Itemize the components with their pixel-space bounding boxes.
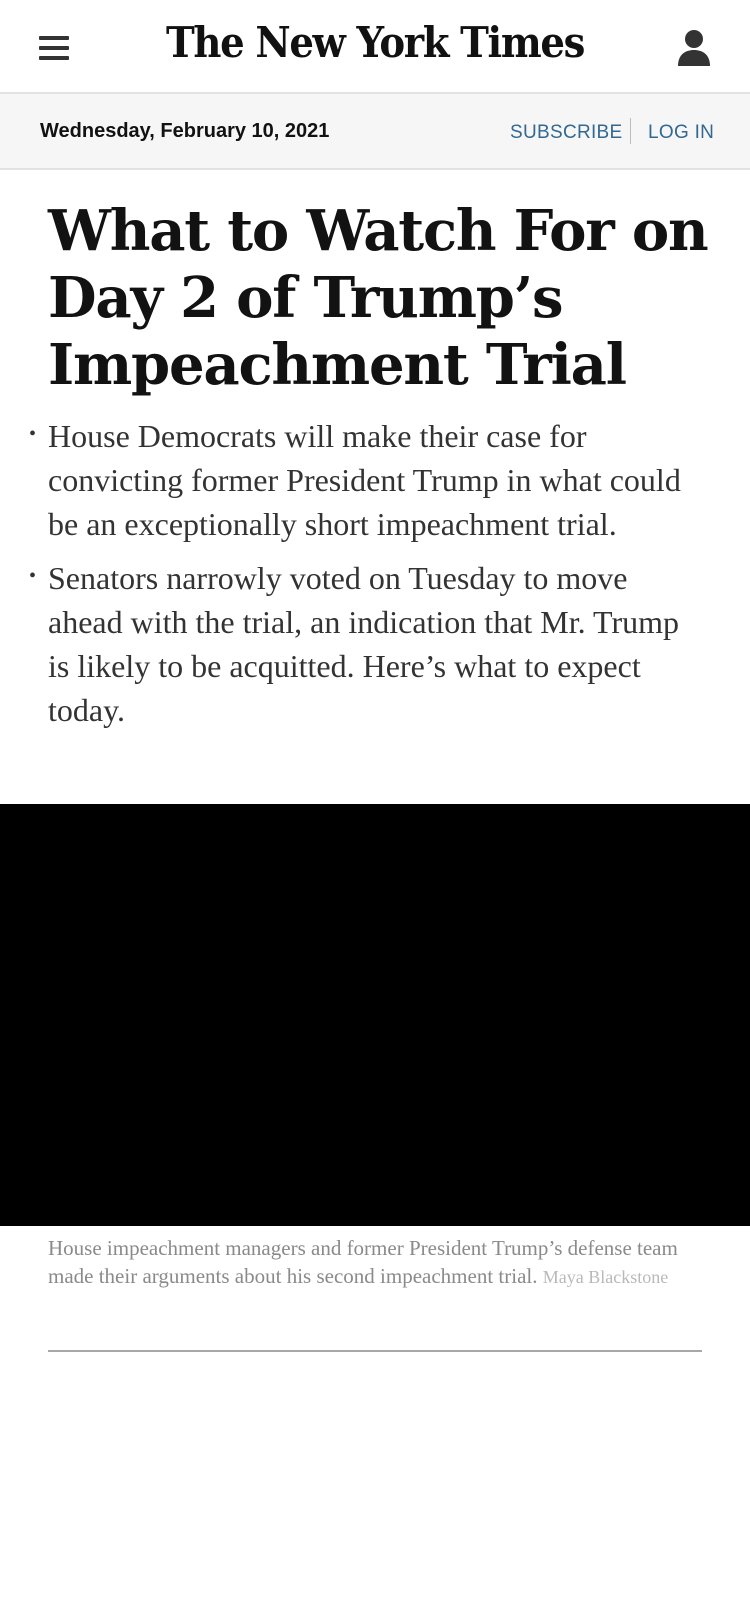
current-date: Wednesday, February 10, 2021 [40, 120, 330, 142]
video-player[interactable] [0, 804, 750, 1226]
user-account-icon[interactable] [676, 28, 712, 68]
summary-bullet: Senators narrowly voted on Tuesday to mo… [29, 554, 708, 732]
article-headline: What to Watch For on Day 2 of Trump’s Im… [48, 198, 709, 398]
nyt-logo[interactable]: The New York Times [30, 18, 720, 67]
login-link[interactable]: LOG IN [648, 122, 714, 144]
masthead: The New York Times [0, 0, 750, 94]
summary-bullet: House Democrats will make their case for… [29, 412, 708, 546]
section-divider [48, 1350, 702, 1352]
nav-divider [630, 118, 631, 144]
subscribe-link[interactable]: SUBSCRIBE [510, 122, 623, 144]
date-bar: Wednesday, February 10, 2021 SUBSCRIBE L… [0, 94, 750, 170]
photo-credit: Maya Blackstone [542, 1267, 669, 1287]
article-summary: House Democrats will make their case for… [29, 412, 708, 742]
media-caption: House impeachment managers and former Pr… [48, 1234, 708, 1291]
